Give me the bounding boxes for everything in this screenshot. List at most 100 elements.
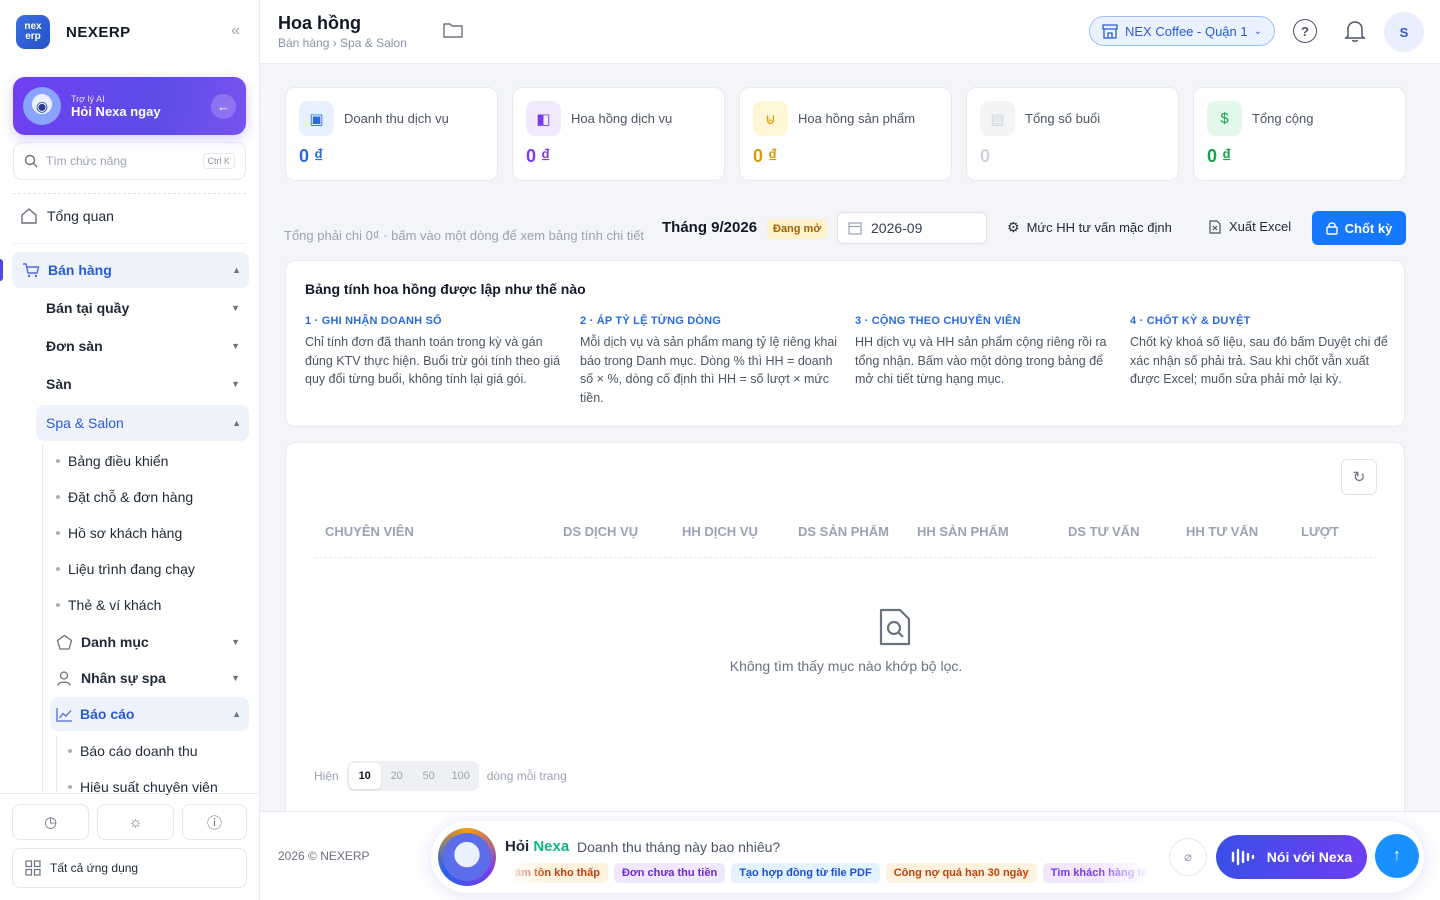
all-apps-button[interactable]: Tất cả ứng dụng <box>12 848 247 888</box>
robot-icon: ◉ <box>23 87 61 125</box>
function-search[interactable]: Tìm chức năng Ctrl K <box>13 142 246 180</box>
nav-sales-label: Bán hàng <box>48 262 112 278</box>
page-title: Hoa hồng <box>278 13 361 33</box>
suggestion-chip[interactable]: ám tồn kho thấp <box>507 863 608 883</box>
collapse-sidebar-icon[interactable]: « <box>231 22 240 40</box>
tree-line <box>42 445 43 793</box>
footer: 2026 © NEXERP Hỏi Nexa Doanh thu tháng n… <box>260 811 1440 900</box>
nav-spa-customers[interactable]: Hồ sơ khách hàng <box>56 525 182 541</box>
history-button[interactable]: ◷ <box>12 804 89 840</box>
caret-up-icon: ▲ <box>232 265 241 275</box>
suggestion-chip[interactable]: Tạo hợp đồng từ file PDF <box>731 863 880 883</box>
step-title: 3 · CỘNG THEO CHUYÊN VIÊN <box>855 315 1021 327</box>
nav-spa-treatments[interactable]: Liệu trình đang chạy <box>56 561 195 577</box>
feedback-button[interactable]: ⓘ <box>182 804 247 840</box>
calendar-icon: ▤ <box>980 101 1015 136</box>
home-icon <box>21 208 37 224</box>
column-header-product-commission[interactable]: HH SẢN PHẨM <box>917 524 1009 539</box>
bell-icon[interactable] <box>1344 19 1366 43</box>
column-header-service-commission[interactable]: HH DỊCH VỤ <box>682 524 758 539</box>
explanation-panel: Bảng tính hoa hồng được lập như thế nào … <box>285 260 1405 427</box>
caret-down-icon: ▼ <box>231 637 240 647</box>
nav-report-revenue[interactable]: Báo cáo doanh thu <box>68 743 198 759</box>
nav-spa-bookings[interactable]: Đặt chỗ & đơn hàng <box>56 489 193 505</box>
stat-label: Doanh thu dịch vụ <box>344 111 449 126</box>
column-header-consult-commission[interactable]: HH TƯ VẤN <box>1186 524 1258 539</box>
chart-icon <box>56 707 72 722</box>
step-3: 3 · CỘNG THEO CHUYÊN VIÊN HH dịch vụ và H… <box>855 315 1115 389</box>
arrow-left-icon[interactable]: ← <box>211 94 236 119</box>
column-header-staff[interactable]: CHUYÊN VIÊN <box>325 524 414 539</box>
nav-marketplace-label: Sàn <box>46 376 72 392</box>
nav-marketplace[interactable]: Sàn ▼ <box>46 373 248 395</box>
brand: nex erp NEXERP « <box>16 14 248 50</box>
tree-line <box>56 735 57 793</box>
topbar: Hoa hồng Bán hàng › Spa & Salon NEX Coff… <box>260 0 1440 64</box>
search-icon <box>24 154 38 168</box>
nav-marketplace-orders[interactable]: Đơn sàn ▼ <box>46 335 248 357</box>
page-size-option[interactable]: 10 <box>348 763 381 789</box>
gear-icon: ⚙ <box>1007 219 1020 235</box>
page-size-option[interactable]: 50 <box>413 763 445 789</box>
nav-pos-label: Bán tại quầy <box>46 300 130 316</box>
nav-catalog[interactable]: Danh mục ▼ <box>56 631 248 653</box>
period-picker[interactable]: 2026-09 <box>837 212 987 244</box>
nav-reports[interactable]: Báo cáo ▲ <box>50 697 249 731</box>
apps-grid-icon <box>25 860 41 876</box>
voice-button[interactable]: Nói với Nexa <box>1216 835 1367 879</box>
column-header-service-sales[interactable]: DS DỊCH VỤ <box>563 524 638 539</box>
step-1: 1 · GHI NHẬN DOANH SỐ Chỉ tính đơn đã tha… <box>305 315 565 389</box>
close-period-label: Chốt kỳ <box>1344 220 1393 236</box>
stat-label: Tổng số buổi <box>1025 111 1101 126</box>
column-header-product-sales[interactable]: DS SẢN PHẨM <box>798 524 889 539</box>
nav-pos[interactable]: Bán tại quầy ▼ <box>46 297 248 319</box>
nav-spa-cards-label: Thẻ & ví khách <box>68 597 162 613</box>
help-icon[interactable]: ? <box>1293 19 1317 43</box>
nav-spa-customers-label: Hồ sơ khách hàng <box>68 525 183 541</box>
column-header-consult-sales[interactable]: DS TƯ VẤN <box>1068 524 1139 539</box>
export-excel-button[interactable]: Xuất Excel <box>1209 219 1291 234</box>
send-button[interactable]: ↑ <box>1375 834 1419 878</box>
page-size-option[interactable]: 20 <box>381 763 413 789</box>
user-avatar[interactable]: S <box>1384 12 1424 52</box>
nav-spa[interactable]: Spa & Salon ▲ <box>36 405 249 441</box>
nav-spa-dashboard-label: Bảng điều khiển <box>68 453 169 469</box>
ai-chat-bar: Hỏi Nexa Doanh thu tháng này bao nhiêu? … <box>431 821 1424 893</box>
store-selector[interactable]: NEX Coffee - Quận 1 ⌄ <box>1089 16 1275 46</box>
breadcrumb[interactable]: Bán hàng › Spa & Salon <box>278 36 407 50</box>
suggestion-chip[interactable]: Đơn chưa thu tiền <box>613 863 726 883</box>
app-name: NEXERP <box>66 23 131 41</box>
suggestion-chip[interactable]: Tìm khách hàng tê <box>1042 863 1150 883</box>
nav-overview[interactable]: Tổng quan <box>20 205 248 227</box>
nav-spa-dashboard[interactable]: Bảng điều khiển <box>56 453 168 469</box>
bullet <box>56 567 60 571</box>
bullet <box>56 495 60 499</box>
nav-sales[interactable]: Bán hàng ▲ <box>12 252 249 288</box>
suggestion-chip[interactable]: Công nợ quá hạn 30 ngày <box>885 863 1037 883</box>
caret-down-icon: ▼ <box>231 379 240 389</box>
explanation-title: Bảng tính hoa hồng được lập như thế nào <box>305 281 586 297</box>
nav-staff[interactable]: Nhân sự spa ▼ <box>56 667 248 689</box>
nav-spa-label: Spa & Salon <box>46 415 124 431</box>
nav-spa-cards[interactable]: Thẻ & ví khách <box>56 597 161 613</box>
sidebar: nex erp NEXERP « ◉ Trợ lý AI Hỏi Nexa ng… <box>0 0 260 900</box>
column-header-count[interactable]: LƯỢT <box>1301 524 1339 539</box>
chat-input[interactable]: Doanh thu tháng này bao nhiêu? <box>577 839 780 855</box>
default-rate-button[interactable]: ⚙ Mức HH tư vấn mặc định <box>1007 219 1172 236</box>
ask-brand: Nexa <box>533 838 570 855</box>
nav-marketplace-orders-label: Đơn sàn <box>46 338 103 354</box>
paperclip-icon: ⌀ <box>1184 849 1192 864</box>
refresh-button[interactable]: ↻ <box>1341 459 1377 495</box>
ai-assistant-card[interactable]: ◉ Trợ lý AI Hỏi Nexa ngay ← <box>13 77 246 135</box>
close-period-button[interactable]: Chốt kỳ <box>1312 211 1406 245</box>
sidebar-footer-divider <box>0 793 260 794</box>
page-size-option[interactable]: 100 <box>445 763 477 789</box>
attach-button[interactable]: ⌀ <box>1169 838 1207 876</box>
nav-catalog-label: Danh mục <box>81 634 149 650</box>
step-text: Chỉ tính đơn đã thanh toán trong kỳ và g… <box>305 335 561 386</box>
commission-table: ↻ CHUYÊN VIÊN DS DỊCH VỤ HH DỊCH VỤ DS S… <box>285 442 1405 822</box>
stat-product-commission: ⊌ Hoa hồng sản phẩm 0 ₫ <box>739 87 952 181</box>
theme-button[interactable]: ☼ <box>97 804 174 840</box>
stat-label: Hoa hồng dịch vụ <box>571 111 673 126</box>
folder-icon[interactable] <box>443 21 463 38</box>
